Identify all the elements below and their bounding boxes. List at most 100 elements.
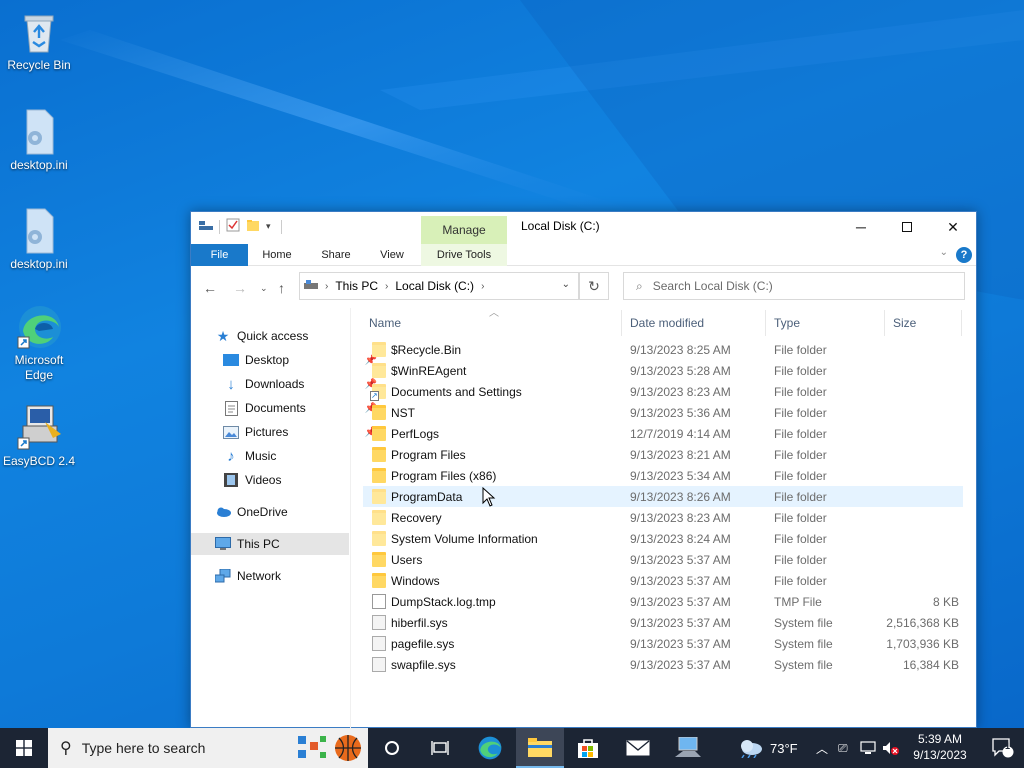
folder-icon	[372, 447, 386, 462]
maximize-button[interactable]	[884, 212, 930, 242]
breadcrumb-this-pc[interactable]: This PC	[335, 279, 378, 293]
refresh-button[interactable]: ↻	[579, 272, 609, 300]
file-row[interactable]: Windows 9/13/2023 5:37 AM File folder	[363, 570, 963, 591]
file-row[interactable]: PerfLogs 12/7/2019 4:14 AM File folder	[363, 423, 963, 444]
customize-toolbar-icon[interactable]: ▾	[266, 221, 271, 232]
nav-videos[interactable]: Videos	[223, 469, 381, 491]
system-clock[interactable]: 5:39 AM 9/13/2023	[898, 731, 982, 763]
edge-icon	[478, 736, 502, 760]
up-arrow-icon[interactable]: ↑	[278, 280, 285, 296]
start-button[interactable]	[0, 728, 48, 768]
store-icon	[578, 739, 598, 758]
expand-ribbon-icon[interactable]: ⌄	[940, 247, 948, 258]
desktop-icon-desktop-ini-1[interactable]: desktop.ini	[1, 108, 77, 173]
chevron-right-icon[interactable]: ›	[385, 281, 388, 292]
chevron-right-icon[interactable]: ›	[481, 281, 484, 292]
file-row[interactable]: ProgramData 9/13/2023 8:26 AM File folder	[363, 486, 963, 507]
tab-share[interactable]: Share	[311, 244, 361, 266]
maximize-icon	[902, 222, 912, 232]
help-icon[interactable]: ?	[956, 247, 972, 263]
file-row[interactable]: NST 9/13/2023 5:36 AM File folder	[363, 402, 963, 423]
tab-home[interactable]: Home	[253, 244, 301, 266]
desktop-icon-label: Microsoft Edge	[14, 353, 64, 382]
file-row[interactable]: $WinREAgent 9/13/2023 5:28 AM File folder	[363, 360, 963, 381]
nav-quick-access[interactable]: ★ Quick access	[215, 325, 373, 347]
address-bar[interactable]: › This PC › Local Disk (C:) › ⌄	[299, 272, 579, 300]
tab-view[interactable]: View	[369, 244, 415, 266]
file-row[interactable]: DumpStack.log.tmp 9/13/2023 5:37 AM TMP Fi…	[363, 591, 963, 612]
file-row[interactable]: System Volume Information 9/13/2023 8:24 …	[363, 528, 963, 549]
tab-drive-tools[interactable]: Drive Tools	[421, 244, 507, 266]
file-date-modified: 9/13/2023 5:37 AM	[630, 615, 731, 630]
task-view-icon	[431, 741, 449, 755]
refresh-icon: ↻	[588, 278, 600, 294]
show-hidden-icons[interactable]: ︿	[816, 728, 828, 768]
manage-contextual-tab[interactable]: Manage	[421, 216, 507, 244]
tray-network[interactable]	[860, 728, 878, 768]
new-folder-icon[interactable]	[246, 218, 260, 235]
file-date-modified: 9/13/2023 5:37 AM	[630, 636, 731, 651]
desktop-folder-icon	[223, 352, 239, 368]
taskbar-mail[interactable]	[614, 728, 662, 768]
navigation-pane: ★ Quick access Desktop 📌 ↓ Downloads 📌 D…	[191, 308, 377, 728]
tab-file[interactable]: File	[191, 244, 248, 266]
desktop-icon-recycle-bin[interactable]: Recycle Bin	[1, 8, 77, 73]
breadcrumb-local-disk[interactable]: Local Disk (C:)	[395, 279, 474, 293]
settings-file-icon	[15, 207, 63, 255]
file-row[interactable]: pagefile.sys 9/13/2023 5:37 AM System file…	[363, 633, 963, 654]
taskbar-store[interactable]	[564, 728, 612, 768]
forward-arrow-icon[interactable]: →	[233, 280, 247, 296]
taskbar-search-placeholder: Type here to search	[81, 740, 206, 756]
desktop-icon-desktop-ini-2[interactable]: desktop.ini	[1, 207, 77, 272]
column-size[interactable]: Size	[893, 316, 916, 330]
nav-desktop[interactable]: Desktop 📌	[223, 349, 381, 371]
search-box[interactable]: ⌕ Search Local Disk (C:)	[623, 272, 965, 300]
file-date-modified: 9/13/2023 8:24 AM	[630, 531, 731, 546]
desktop-icon-easybcd[interactable]: EasyBCD 2.4	[1, 404, 77, 469]
file-row[interactable]: ↗ Documents and Settings 9/13/2023 8:23 AM…	[363, 381, 963, 402]
nav-network[interactable]: Network	[215, 565, 373, 587]
column-date-modified[interactable]: Date modified	[630, 316, 704, 330]
nav-onedrive[interactable]: OneDrive	[215, 501, 373, 523]
title-bar[interactable]: ▾ Manage Local Disk (C:) ─ ✕	[191, 212, 976, 244]
nav-downloads[interactable]: ↓ Downloads 📌	[223, 373, 381, 395]
nav-this-pc[interactable]: This PC	[191, 533, 349, 555]
column-type[interactable]: Type	[774, 316, 800, 330]
nav-pictures[interactable]: Pictures 📌	[223, 421, 381, 443]
taskbar-app[interactable]	[664, 728, 712, 768]
mail-icon	[626, 740, 650, 756]
videos-icon	[223, 472, 239, 488]
desktop-icon-edge[interactable]: Microsoft Edge	[1, 303, 77, 383]
taskbar-search-box[interactable]: ⚲ Type here to search	[48, 728, 368, 768]
minimize-button[interactable]: ─	[838, 212, 884, 242]
file-row[interactable]: Users 9/13/2023 5:37 AM File folder	[363, 549, 963, 570]
cortana-button[interactable]	[368, 728, 416, 768]
file-row[interactable]: hiberfil.sys 9/13/2023 5:37 AM System file…	[363, 612, 963, 633]
file-row[interactable]: $Recycle.Bin 9/13/2023 8:25 AM File folder	[363, 339, 963, 360]
file-row[interactable]: Recovery 9/13/2023 8:23 AM File folder	[363, 507, 963, 528]
column-name[interactable]: Name	[369, 316, 401, 330]
file-name: swapfile.sys	[391, 657, 456, 672]
taskbar: ⚲ Type here to search 73°F ︿ ⎚ 5:39 AM 9…	[0, 728, 1024, 768]
address-dropdown-icon[interactable]: ⌄	[562, 279, 570, 290]
action-center-button[interactable]: 1	[982, 728, 1024, 768]
taskbar-edge[interactable]	[466, 728, 514, 768]
nav-music[interactable]: ♪ Music	[223, 445, 381, 467]
recent-locations-icon[interactable]: ⌄	[260, 283, 268, 294]
weather-widget[interactable]: 73°F	[738, 728, 798, 768]
chevron-right-icon[interactable]: ›	[325, 281, 328, 292]
nav-documents[interactable]: Documents 📌	[223, 397, 381, 419]
task-view-button[interactable]	[416, 728, 464, 768]
taskbar-file-explorer[interactable]	[516, 728, 564, 768]
search-highlight-icon[interactable]	[298, 732, 362, 767]
cortana-icon	[385, 741, 399, 755]
properties-icon[interactable]	[226, 218, 240, 235]
music-icon: ♪	[227, 447, 235, 465]
file-name: Recovery	[391, 510, 442, 525]
file-row[interactable]: swapfile.sys 9/13/2023 5:37 AM System file…	[363, 654, 963, 675]
tray-meet-now[interactable]: ⎚	[838, 728, 848, 768]
file-row[interactable]: Program Files 9/13/2023 8:21 AM File folde…	[363, 444, 963, 465]
close-button[interactable]: ✕	[930, 212, 976, 242]
back-arrow-icon[interactable]: ←	[203, 280, 217, 296]
file-row[interactable]: Program Files (x86) 9/13/2023 5:34 AM File…	[363, 465, 963, 486]
